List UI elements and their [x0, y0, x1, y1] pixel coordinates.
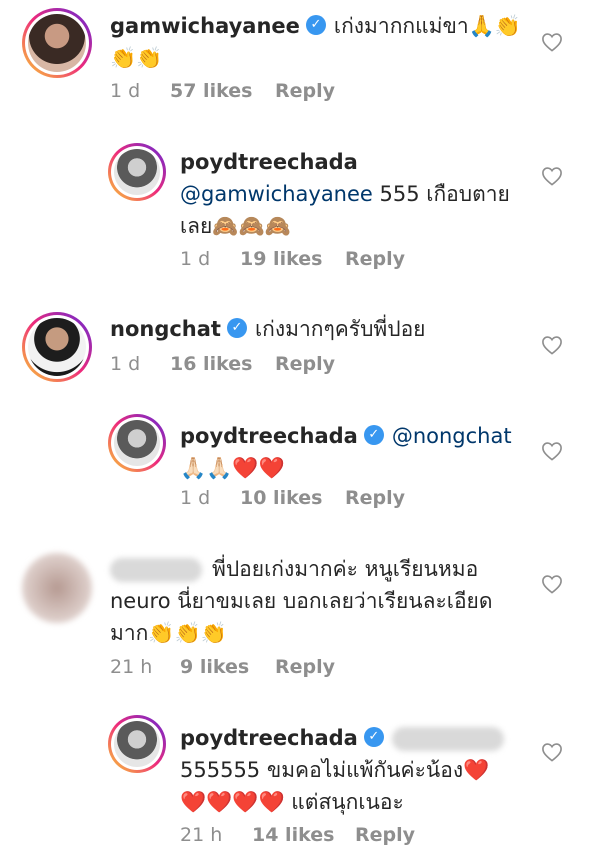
comment-text-line2: neuro นี่ยาขมเลย บอกเลยว่าเรียนละเอียด: [110, 589, 493, 613]
comment-text: เก่งมากๆครับพี่ปอย: [254, 317, 426, 341]
heart-outline-icon[interactable]: [541, 441, 563, 461]
heart-outline-icon[interactable]: [541, 574, 563, 594]
likes-count[interactable]: 57 likes: [170, 80, 252, 102]
likes-count[interactable]: 19 likes: [240, 248, 322, 270]
comment-text: พี่ปอยเก่งมากค่ะ หนูเรียนหมอ: [212, 557, 479, 581]
avatar-redacted[interactable]: [22, 553, 92, 623]
comment-username[interactable]: nongchat: [110, 317, 221, 341]
reply-button[interactable]: Reply: [275, 80, 335, 102]
redacted-mention: [391, 727, 504, 751]
reply-button[interactable]: Reply: [275, 656, 335, 678]
comment-text-line2: 🙏🏻🙏🏻❤️❤️: [180, 456, 285, 480]
avatar-nongchat[interactable]: [22, 312, 92, 382]
verified-badge-icon: ✓: [226, 318, 247, 338]
likes-count[interactable]: 10 likes: [240, 487, 322, 509]
heart-outline-icon[interactable]: [541, 166, 563, 186]
comment-time: 21 h: [110, 656, 153, 678]
redacted-username: [110, 558, 202, 582]
verified-badge-icon: ✓: [305, 15, 326, 35]
profile-photo: [114, 721, 160, 767]
comment-text-line3: ❤️❤️❤️❤️ แต่สนุกเนอะ: [180, 790, 404, 814]
comment-username[interactable]: poydtreechada: [180, 424, 358, 448]
mention-link[interactable]: @gamwichayanee: [180, 182, 373, 206]
comment-time: 1 d: [180, 487, 211, 509]
heart-outline-icon[interactable]: [541, 742, 563, 762]
mention-link[interactable]: @nongchat: [392, 424, 512, 448]
heart-outline-icon[interactable]: [541, 32, 563, 52]
profile-photo: [22, 553, 92, 623]
comment-time: 21 h: [180, 824, 223, 846]
reply-button[interactable]: Reply: [345, 487, 405, 509]
comment-time: 1 d: [110, 80, 141, 102]
profile-photo: [114, 420, 160, 466]
comment-text: 555 เกือบตาย: [372, 182, 510, 206]
heart-outline-icon[interactable]: [541, 335, 563, 355]
comment-text-line2: 555555 ขมคอไม่แพ้กันค่ะน้อง❤️: [180, 758, 490, 782]
likes-count[interactable]: 14 likes: [252, 824, 334, 846]
avatar-gamwichayanee[interactable]: [22, 8, 92, 78]
reply-button[interactable]: Reply: [355, 824, 415, 846]
likes-count[interactable]: 9 likes: [180, 656, 249, 678]
comment-text-line2: เลย🙈🙈🙈: [180, 214, 291, 238]
reply-button[interactable]: Reply: [345, 248, 405, 270]
avatar-poydtreechada[interactable]: [108, 715, 166, 773]
comment-username[interactable]: gamwichayanee: [110, 14, 300, 38]
profile-photo: [28, 318, 86, 376]
profile-photo: [114, 149, 160, 195]
comment-username[interactable]: poydtreechada: [180, 150, 358, 174]
avatar-poydtreechada[interactable]: [108, 414, 166, 472]
verified-badge-icon: ✓: [363, 727, 384, 747]
comment-time: 1 d: [180, 248, 211, 270]
comment-time: 1 d: [110, 353, 141, 375]
comment-username[interactable]: poydtreechada: [180, 726, 358, 750]
avatar-poydtreechada[interactable]: [108, 143, 166, 201]
profile-photo: [28, 14, 86, 72]
comment-text-line3: มาก👏👏👏: [110, 621, 227, 645]
verified-badge-icon: ✓: [363, 425, 384, 445]
likes-count[interactable]: 16 likes: [170, 353, 252, 375]
reply-button[interactable]: Reply: [275, 353, 335, 375]
